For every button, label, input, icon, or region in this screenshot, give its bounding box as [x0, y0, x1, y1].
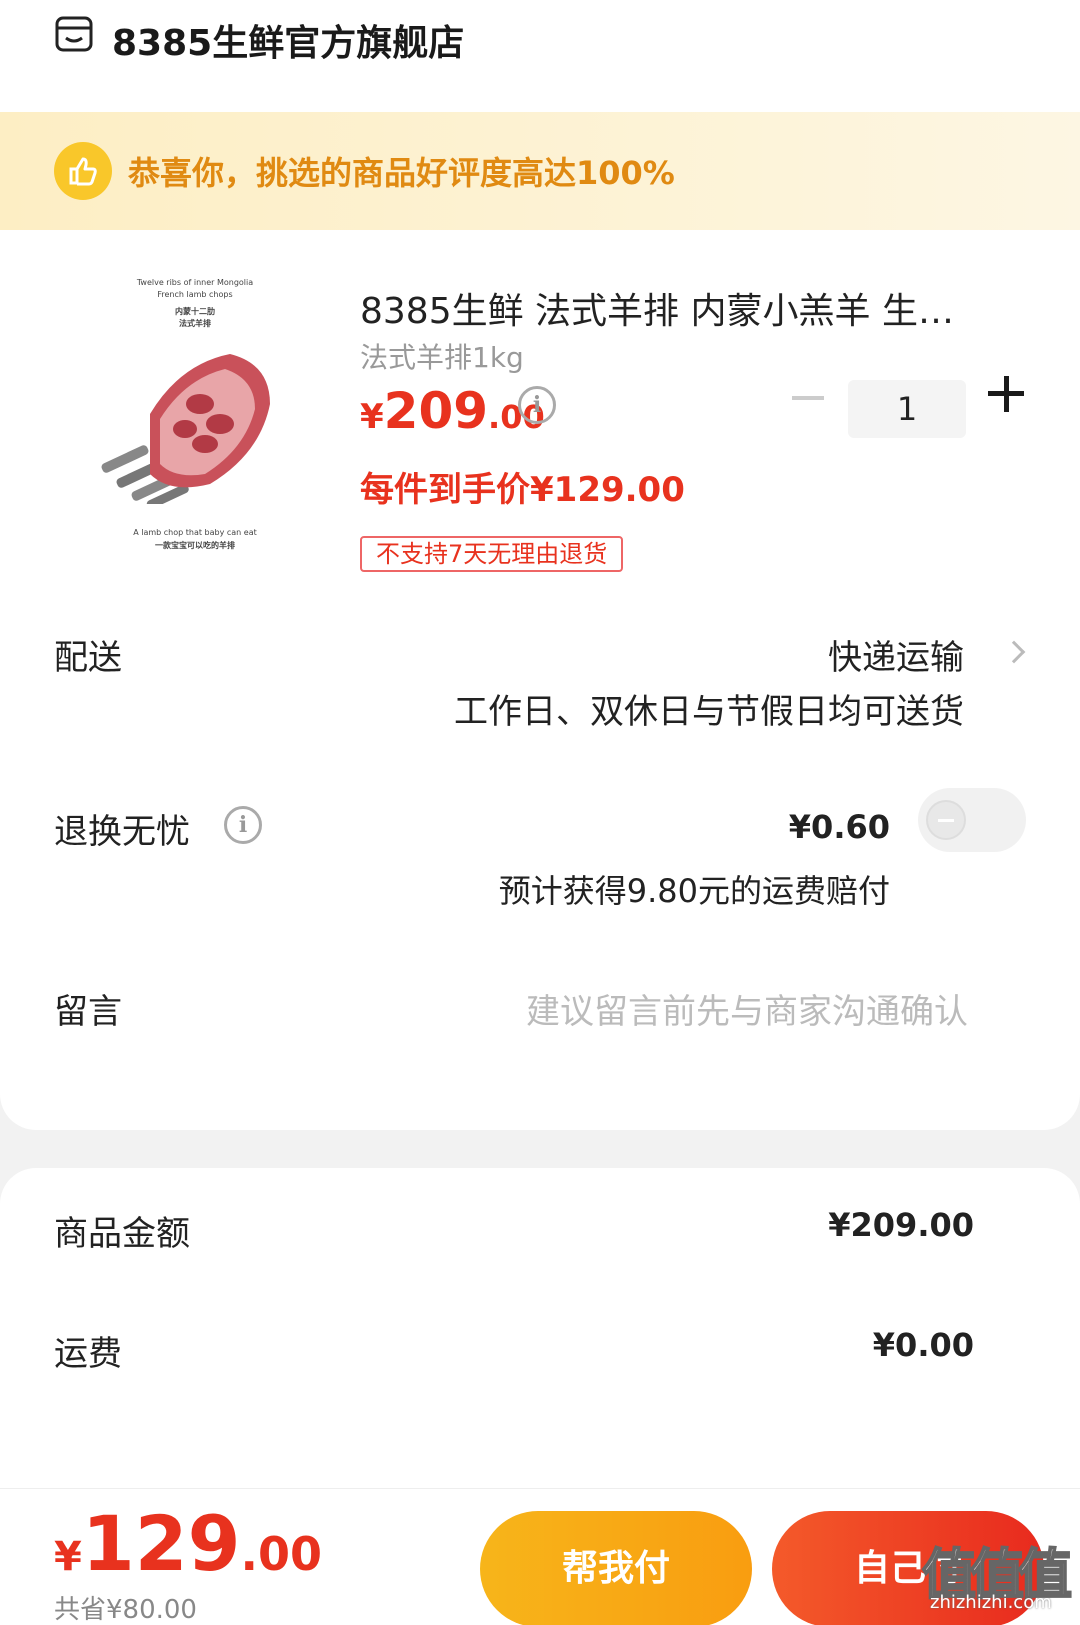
delivery-method[interactable]: 快递运输: [828, 630, 964, 679]
final-price: 每件到手价¥129.00: [360, 470, 685, 510]
delivery-label: 配送: [54, 638, 122, 678]
total-currency: ¥: [54, 1534, 82, 1580]
toggle-knob: [926, 800, 966, 840]
image-caption: French lamb chops: [157, 290, 233, 299]
watermark-url: zhizhizhi.com: [930, 1592, 1052, 1613]
quantity-input[interactable]: 1: [848, 380, 966, 438]
total-price: ¥ 129 .00: [54, 1499, 322, 1588]
return-insurance-note: 预计获得9.80元的运费赔付: [498, 872, 890, 910]
thumbs-up-icon: [54, 142, 112, 200]
checkout-bar: ¥ 129 .00 共省¥80.00 帮我付 自己付: [0, 1488, 1080, 1625]
shipping-fee-value: ¥0.00: [872, 1326, 974, 1364]
shipping-fee-label: 运费: [54, 1334, 122, 1374]
rating-banner: 恭喜你，挑选的商品好评度高达100%: [0, 112, 1080, 230]
product-title[interactable]: 8385生鲜 法式羊排 内蒙小羔羊 生…: [360, 282, 1000, 334]
message-input[interactable]: 建议留言前先与商家沟通确认: [526, 984, 968, 1033]
price-currency: ¥: [360, 397, 384, 437]
store-header[interactable]: 8385生鲜官方旗舰店: [0, 0, 1080, 112]
return-insurance-toggle[interactable]: [918, 788, 1026, 852]
help-pay-button[interactable]: 帮我付: [480, 1511, 752, 1625]
checkout-page: 8385生鲜官方旗舰店 恭喜你，挑选的商品好评度高达100% Twelve ri…: [0, 0, 1080, 1625]
store-icon: [54, 14, 94, 54]
lamb-chops-illustration: [101, 354, 270, 504]
image-caption: Twelve ribs of inner Mongolia: [136, 278, 254, 287]
image-caption: 法式羊排: [179, 319, 211, 328]
price-info-icon[interactable]: i: [518, 386, 556, 424]
quantity-minus-button[interactable]: [792, 396, 824, 400]
price-integer: 209: [383, 382, 489, 440]
goods-amount-value: ¥209.00: [828, 1206, 974, 1244]
message-label: 留言: [54, 992, 122, 1032]
goods-amount-label: 商品金额: [54, 1214, 190, 1254]
quantity-plus-button[interactable]: [988, 376, 1024, 412]
total-decimal: .00: [240, 1527, 323, 1581]
image-caption: 一款宝宝可以吃的羊排: [155, 541, 235, 550]
product-spec[interactable]: 法式羊排1kg: [360, 336, 524, 376]
saved-amount: 共省¥80.00: [54, 1595, 197, 1625]
image-caption: 内蒙十二肋: [175, 307, 215, 316]
no-return-badge: 不支持7天无理由退货: [360, 536, 624, 572]
total-integer: 129: [81, 1499, 241, 1588]
product-image[interactable]: Twelve ribs of inner Mongolia French lam…: [80, 270, 310, 570]
image-caption: A lamb chop that baby can eat: [133, 528, 257, 537]
return-insurance-price: ¥0.60: [788, 808, 890, 846]
product-price: ¥ 209 .00: [360, 382, 545, 440]
return-insurance-info-icon[interactable]: i: [224, 806, 262, 844]
return-insurance-label: 退换无忧: [54, 812, 190, 852]
banner-text: 恭喜你，挑选的商品好评度高达100%: [128, 154, 675, 192]
summary-card: 商品金额 ¥209.00 运费 ¥0.00: [0, 1168, 1080, 1488]
store-name: 8385生鲜官方旗舰店: [112, 23, 465, 64]
delivery-note: 工作日、双休日与节假日均可送货: [454, 692, 964, 732]
chevron-right-icon[interactable]: [1002, 640, 1026, 664]
order-card: Twelve ribs of inner Mongolia French lam…: [0, 230, 1080, 1130]
